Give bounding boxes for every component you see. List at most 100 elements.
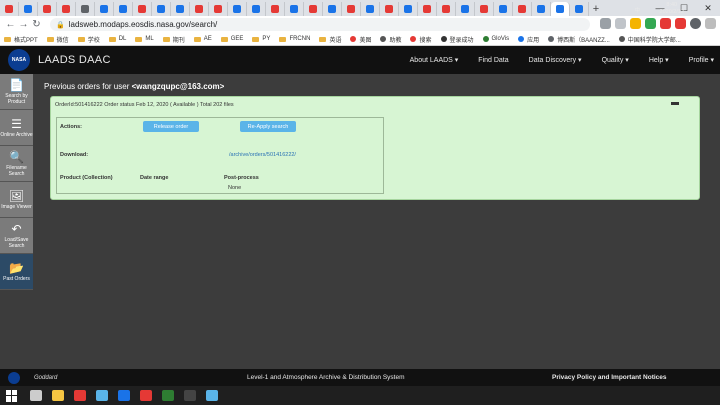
nav-find-data[interactable]: Find Data (478, 57, 508, 64)
profile-avatar[interactable] (690, 18, 701, 29)
browser-tab[interactable] (95, 2, 114, 16)
browser-tab[interactable] (570, 2, 589, 16)
bookmark-item[interactable]: 英语 (319, 35, 341, 44)
taskbar-app-icon[interactable] (30, 390, 42, 401)
url-input[interactable]: 🔒 ladsweb.modaps.eosdis.nasa.gov/search/ (50, 18, 590, 31)
bookmark-item[interactable]: GEE (220, 36, 243, 42)
browser-tab[interactable] (380, 2, 399, 16)
bookmark-item[interactable]: 助教 (380, 35, 401, 44)
sidebar-item-online-archive[interactable]: ☰ Online Archive (0, 110, 33, 146)
nav-quality[interactable]: Quality ▾ (602, 56, 629, 64)
bookmark-item[interactable]: DL (108, 36, 126, 42)
browser-tab[interactable] (399, 2, 418, 16)
privacy-link[interactable]: Privacy Policy and Important Notices (552, 374, 667, 381)
browser-tab[interactable] (266, 2, 285, 16)
folder-icon (46, 36, 54, 42)
back-arrow-icon[interactable]: ← (4, 19, 17, 30)
browser-tab[interactable] (551, 2, 570, 16)
tab-favicon-icon (157, 5, 165, 13)
site-title[interactable]: LAADS DAAC (38, 54, 111, 66)
browser-tab[interactable] (475, 2, 494, 16)
browser-tab[interactable] (323, 2, 342, 16)
col-date-range: Date range (140, 175, 169, 181)
extension-icon[interactable] (675, 18, 686, 29)
bookmark-item[interactable]: PY (252, 36, 270, 42)
reload-icon[interactable]: ↻ (30, 19, 43, 30)
bookmark-item[interactable]: 搜索 (410, 35, 432, 44)
browser-tab[interactable] (171, 2, 190, 16)
nasa-logo-small[interactable] (8, 371, 20, 384)
browser-tab[interactable] (0, 2, 19, 16)
browser-tab[interactable] (437, 2, 456, 16)
browser-tab[interactable] (494, 2, 513, 16)
taskbar-app-icon[interactable] (96, 390, 108, 401)
sidebar-item-image-viewer[interactable]: 🖼 Image Viewer (0, 182, 33, 218)
browser-tab[interactable] (247, 2, 266, 16)
extension-icon[interactable] (660, 18, 671, 29)
bookmark-item[interactable]: 美图 (350, 35, 371, 44)
nav-profile[interactable]: Profile ▾ (689, 56, 714, 64)
extension-icon[interactable] (630, 18, 641, 29)
bookmark-item[interactable]: 格式PPT (4, 35, 38, 44)
release-order-button[interactable]: Release order (143, 121, 199, 132)
close-button[interactable]: ✕ (696, 0, 720, 16)
taskbar-app-icon[interactable] (162, 390, 174, 401)
browser-tab[interactable] (304, 2, 323, 16)
taskbar-app-icon[interactable] (52, 390, 64, 401)
browser-tab[interactable] (19, 2, 38, 16)
browser-tab[interactable] (456, 2, 475, 16)
download-link[interactable]: /archive/orders/501416222/ (229, 152, 296, 158)
nav-help[interactable]: Help ▾ (649, 56, 669, 64)
bookmark-item[interactable]: AE (193, 36, 212, 42)
reapply-search-button[interactable]: Re-Apply search (240, 121, 296, 132)
windows-start-icon[interactable] (6, 389, 20, 402)
taskbar-app-icon[interactable] (184, 390, 196, 401)
bookmark-item[interactable]: ML (135, 36, 154, 42)
translate-icon[interactable] (600, 18, 611, 29)
sidebar-item-past-orders[interactable]: 📂 Past Orders (0, 254, 33, 290)
taskbar-app-icon[interactable] (140, 390, 152, 401)
browser-tab[interactable] (133, 2, 152, 16)
browser-tab[interactable] (418, 2, 437, 16)
bookmark-item[interactable]: FRCNN (279, 36, 310, 42)
extension-icon[interactable] (645, 18, 656, 29)
browser-tab[interactable] (114, 2, 133, 16)
taskbar-app-icon[interactable] (74, 390, 86, 401)
star-icon[interactable] (615, 18, 626, 29)
nav-data-discovery[interactable]: Data Discovery ▾ (529, 56, 582, 64)
browser-tab[interactable] (532, 2, 551, 16)
browser-tab[interactable] (38, 2, 57, 16)
browser-tab[interactable] (209, 2, 228, 16)
browser-tab[interactable] (228, 2, 247, 16)
forward-arrow-icon[interactable]: → (17, 19, 30, 30)
browser-tab[interactable] (361, 2, 380, 16)
browser-tab[interactable] (76, 2, 95, 16)
bookmark-item[interactable]: 登录成功 (440, 35, 474, 44)
new-tab-button[interactable]: + (589, 2, 603, 16)
nasa-logo[interactable]: NASA (8, 49, 30, 71)
taskbar-app-icon[interactable] (206, 390, 218, 401)
sidebar-item-filename-search[interactable]: 🔍 Filename Search (0, 146, 33, 182)
bookmark-item[interactable]: 微信 (46, 35, 69, 44)
taskbar-clock[interactable]: 8:40 2020/2/12 (660, 2, 684, 16)
browser-tab[interactable] (342, 2, 361, 16)
menu-icon[interactable] (705, 18, 716, 29)
sidebar-item-load-save-search[interactable]: ↶ Load/Save Search (0, 218, 33, 254)
browser-tab[interactable] (285, 2, 304, 16)
nav-about-laads[interactable]: About LAADS ▾ (410, 56, 459, 64)
bookmark-item[interactable]: 中国科学院大学邮... (618, 35, 681, 44)
browser-tab[interactable] (57, 2, 76, 16)
browser-tab[interactable] (190, 2, 209, 16)
browser-tab[interactable] (513, 2, 532, 16)
collapse-icon[interactable] (671, 102, 679, 105)
browser-tab[interactable] (152, 2, 171, 16)
taskbar-app-icon[interactable] (118, 390, 130, 401)
sidebar-item-search-by-product[interactable]: 📄 Search by Product (0, 74, 33, 110)
bookmark-item[interactable]: 博西斯（BAANZZ... (548, 35, 610, 44)
bookmark-item[interactable]: 应用 (518, 35, 539, 44)
bookmark-item[interactable]: 期刊 (162, 35, 185, 44)
bookmark-item[interactable]: GloVis (482, 36, 509, 42)
goddard-logo[interactable]: Goddard (34, 375, 57, 381)
bookmark-item[interactable]: 学校 (77, 35, 100, 44)
ime-indicator[interactable]: 中 (634, 0, 640, 19)
